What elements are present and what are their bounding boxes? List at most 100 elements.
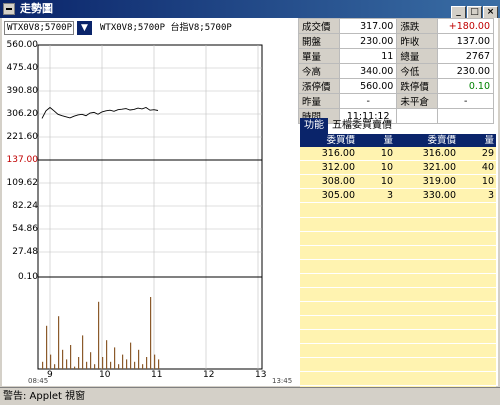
ask-price-cell: 330.00: [422, 190, 456, 201]
ask-price-cell: 319.00: [422, 176, 456, 187]
volume-bar: [82, 335, 84, 369]
quote-value: -: [437, 93, 494, 109]
quote-label: 昨量: [298, 93, 340, 109]
x-tick-label: 13: [255, 370, 267, 380]
tab-functions[interactable]: 功能: [300, 118, 328, 134]
ask-price-cell: 321.00: [422, 162, 456, 173]
y-tick-label: 82.24: [12, 201, 38, 211]
ask-volume-cell: 10: [481, 176, 494, 187]
quote-panel: 成交價 317.00 漲跌 +180.00 開盤 230.00 昨收 137.00 單量 11 總量…: [298, 18, 496, 124]
volume-bar: [142, 364, 144, 369]
volume-bar: [138, 349, 140, 369]
bid-volume-cell: 3: [386, 190, 393, 201]
status-bar: 警告: Applet 視窗: [0, 387, 500, 405]
volume-bar: [126, 359, 128, 369]
quote-value: 340.00: [338, 63, 398, 79]
y-tick-label: 54.86: [12, 224, 38, 234]
quote-label: 今高: [298, 63, 340, 79]
volume-bar: [130, 342, 132, 369]
volume-bar: [62, 349, 64, 369]
quote-value: 137.00: [437, 33, 494, 49]
symbol-description: WTX0V8;5700P 台指V8;5700P: [100, 23, 232, 33]
quote-value: 317.00: [338, 18, 398, 34]
quote-value: +180.00: [437, 18, 494, 34]
quote-label: 單量: [298, 48, 340, 64]
bid-price-header: 委買價: [326, 135, 355, 146]
bid-price-cell: 308.00: [321, 176, 355, 187]
y-tick-label: 137.00: [6, 155, 39, 165]
y-tick-label: 390.80: [6, 86, 39, 96]
quote-label: 昨收: [396, 33, 439, 49]
main-window: 走勢圖 _ □ × WTX0V8;5700P ▼ WTX0V8;5700P 台指V8…: [0, 0, 500, 405]
volume-bar: [42, 361, 44, 369]
y-tick-label: 221.60: [6, 132, 39, 142]
quote-label: 成交價: [298, 18, 340, 34]
volume-bar: [98, 301, 100, 369]
quote-row: 昨量 - 未平倉 -: [298, 93, 494, 109]
quote-table: 成交價 317.00 漲跌 +180.00 開盤 230.00 昨收 137.00 單量 11 總量…: [298, 18, 494, 124]
quote-label: 今低: [396, 63, 439, 79]
volume-bar: [58, 316, 60, 369]
volume-bar: [70, 345, 72, 369]
system-menu-icon[interactable]: [3, 3, 15, 15]
session-end-label: 13:45: [272, 377, 293, 385]
ask-volume-cell: 29: [481, 148, 494, 159]
volume-bar: [94, 364, 96, 369]
volume-bar: [154, 354, 156, 369]
bid-volume-header: 量: [383, 135, 393, 146]
quote-label: 跌停價: [396, 78, 439, 94]
ask-volume-header: 量: [484, 135, 494, 146]
quote-value: 0.10: [437, 78, 494, 94]
volume-bar: [86, 361, 88, 369]
quote-value: 560.00: [338, 78, 398, 94]
quote-label: 開盤: [298, 33, 340, 49]
order-book-row: 316.00 10 316.00 29: [300, 147, 496, 161]
price-volume-chart: [0, 37, 298, 387]
bid-price-cell: 312.00: [321, 162, 355, 173]
quote-label: 總量: [396, 48, 439, 64]
quote-row: 開盤 230.00 昨收 137.00: [298, 33, 494, 49]
quote-value: 11: [338, 48, 398, 64]
quote-label: 未平倉: [396, 93, 439, 109]
order-book-header: 委買價 量 委賣價 量: [300, 134, 496, 147]
quote-value: 230.00: [338, 33, 398, 49]
tab-strip: 功能 五檔委買賣價: [300, 118, 496, 134]
quote-value: 2767: [437, 48, 494, 64]
bid-price-cell: 305.00: [321, 190, 355, 201]
symbol-combo-input[interactable]: WTX0V8;5700P: [4, 21, 74, 35]
combo-dropdown-button[interactable]: ▼: [77, 21, 92, 35]
bid-volume-cell: 10: [380, 162, 393, 173]
ask-volume-cell: 40: [481, 162, 494, 173]
ask-price-cell: 316.00: [422, 148, 456, 159]
quote-row: 單量 11 總量 2767: [298, 48, 494, 64]
volume-bar: [66, 359, 68, 369]
title-bar: 走勢圖 _ □ ×: [0, 0, 500, 19]
volume-bar: [50, 354, 52, 369]
volume-bar: [78, 357, 80, 369]
volume-bar: [118, 364, 120, 369]
ask-volume-cell: 3: [487, 190, 494, 201]
y-tick-label: 306.20: [6, 109, 39, 119]
x-tick-label: 11: [151, 370, 163, 380]
quote-row: 成交價 317.00 漲跌 +180.00: [298, 18, 494, 34]
chevron-down-icon: ▼: [81, 23, 88, 33]
chart-canvas: [37, 44, 263, 370]
volume-bar: [102, 357, 104, 369]
quote-row: 今高 340.00 今低 230.00: [298, 63, 494, 79]
x-tick-label: 12: [203, 370, 215, 380]
volume-bar: [114, 347, 116, 369]
tab-five-level-quotes[interactable]: 五檔委買賣價: [332, 118, 392, 134]
volume-bar: [54, 364, 56, 369]
y-tick-label: 109.62: [6, 178, 39, 188]
quote-label: 漲停價: [298, 78, 340, 94]
bid-volume-cell: 10: [380, 176, 393, 187]
volume-bar: [158, 359, 160, 369]
volume-bar: [46, 325, 48, 369]
y-tick-label: 0.10: [17, 272, 38, 282]
volume-bar: [110, 361, 112, 369]
ask-price-header: 委賣價: [427, 135, 456, 146]
x-tick-label: 10: [99, 370, 111, 380]
volume-bar: [90, 352, 92, 369]
volume-bar: [146, 357, 148, 369]
volume-bar: [122, 354, 124, 369]
